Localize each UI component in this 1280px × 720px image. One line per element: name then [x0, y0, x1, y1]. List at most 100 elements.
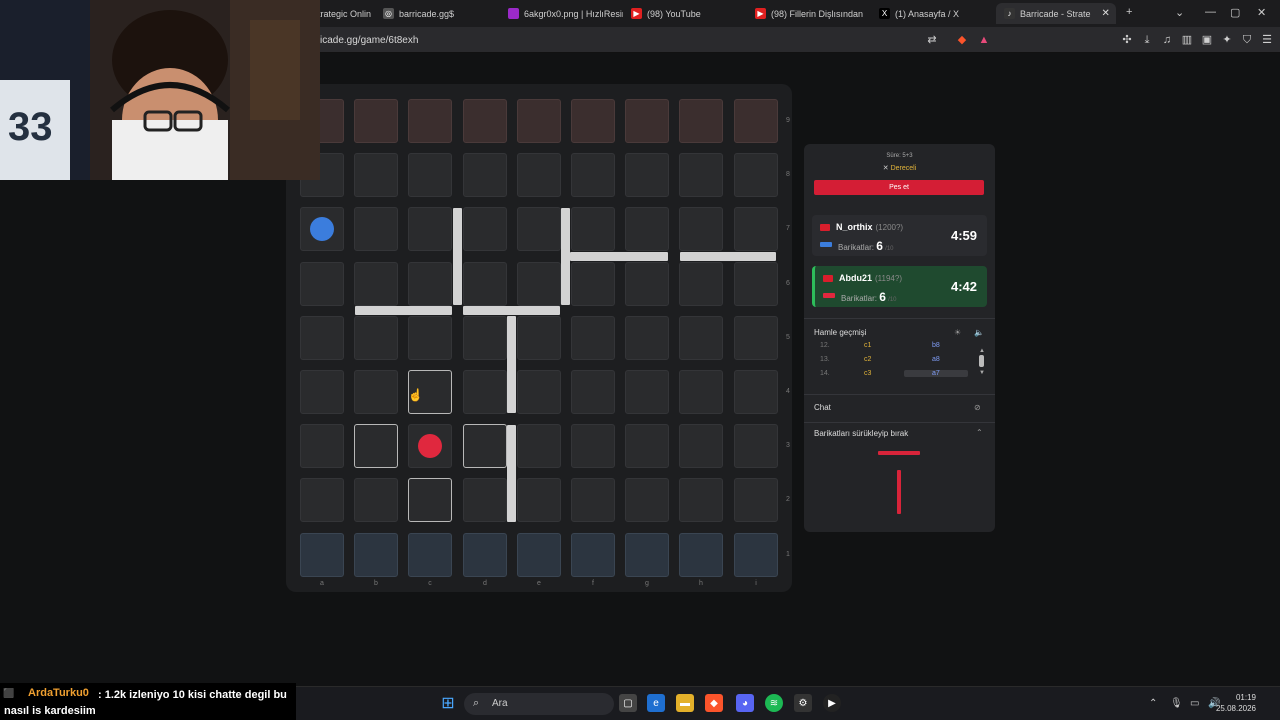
board-cell-g8[interactable]	[625, 153, 669, 197]
board-cell-g2[interactable]	[625, 478, 669, 522]
tab-barricade[interactable]: ◎ barricade.gg$	[383, 3, 493, 24]
board-cell-e2[interactable]	[517, 478, 561, 522]
board-cell-a3[interactable]	[300, 424, 344, 468]
board-cell-d8[interactable]	[463, 153, 507, 197]
board-cell-h3[interactable]	[679, 424, 723, 468]
board-cell-i2[interactable]	[734, 478, 778, 522]
vpn-icon[interactable]: ⛉	[1240, 33, 1254, 47]
brave-rewards-icon[interactable]: ▲	[977, 33, 991, 47]
board-cell-h5[interactable]	[679, 316, 723, 360]
board-cell-f6[interactable]	[571, 262, 615, 306]
board-cell-b9[interactable]	[354, 99, 398, 143]
board-cell-e4[interactable]	[517, 370, 561, 414]
chevron-down-icon[interactable]: ⌄	[1175, 6, 1184, 19]
move-red[interactable]: c1	[864, 342, 871, 349]
network-icon[interactable]: ▭	[1190, 698, 1199, 709]
board-cell-e5[interactable]	[517, 316, 561, 360]
board-cell-b3[interactable]	[354, 424, 398, 468]
board-cell-b5[interactable]	[354, 316, 398, 360]
board-cell-a1[interactable]	[300, 533, 344, 577]
microphone-icon[interactable]: 🎙	[1170, 698, 1183, 709]
board-cell-c7[interactable]	[408, 207, 452, 251]
board-cell-b2[interactable]	[354, 478, 398, 522]
board-cell-i9[interactable]	[734, 99, 778, 143]
brave-icon[interactable]: ◆	[705, 694, 723, 712]
board-cell-h1[interactable]	[679, 533, 723, 577]
board-cell-c8[interactable]	[408, 153, 452, 197]
board-cell-h8[interactable]	[679, 153, 723, 197]
task-view-icon[interactable]: ▢	[619, 694, 637, 712]
taskbar-search[interactable]: Ara	[464, 693, 614, 715]
board-cell-g6[interactable]	[625, 262, 669, 306]
board-cell-b6[interactable]	[354, 262, 398, 306]
tray-chevron-icon[interactable]: ⌃	[1149, 698, 1157, 709]
board-cell-i8[interactable]	[734, 153, 778, 197]
board-cell-e7[interactable]	[517, 207, 561, 251]
board-cell-c2[interactable]	[408, 478, 452, 522]
board-cell-f4[interactable]	[571, 370, 615, 414]
board-cell-b4[interactable]	[354, 370, 398, 414]
board-cell-d6[interactable]	[463, 262, 507, 306]
board-cell-i3[interactable]	[734, 424, 778, 468]
vertical-barricade-piece[interactable]	[897, 470, 901, 514]
chevron-up-icon[interactable]: ⌃	[976, 428, 983, 437]
board-cell-e3[interactable]	[517, 424, 561, 468]
blue-pawn[interactable]	[310, 217, 334, 241]
board-cell-d9[interactable]	[463, 99, 507, 143]
maximize-icon[interactable]: ▢	[1230, 6, 1240, 19]
board-cell-d2[interactable]	[463, 478, 507, 522]
tab-hizliresim[interactable]: 6akgr0x0.png | HızlıResim	[508, 3, 623, 24]
board-cell-f7[interactable]	[571, 207, 615, 251]
horizontal-barricade-piece[interactable]	[878, 451, 920, 455]
music-icon[interactable]: ♫	[1160, 33, 1174, 47]
board-cell-f8[interactable]	[571, 153, 615, 197]
close-window-icon[interactable]: ✕	[1257, 6, 1266, 19]
board-cell-i6[interactable]	[734, 262, 778, 306]
eye-off-icon[interactable]: ⊘	[974, 403, 981, 412]
board-cell-e8[interactable]	[517, 153, 561, 197]
history-scrollbar[interactable]: ▲ ▼	[979, 348, 985, 377]
translate-icon[interactable]: ⇄	[925, 33, 939, 47]
board-cell-g4[interactable]	[625, 370, 669, 414]
board-cell-d4[interactable]	[463, 370, 507, 414]
board-cell-i7[interactable]	[734, 207, 778, 251]
board-cell-g5[interactable]	[625, 316, 669, 360]
board-cell-c9[interactable]	[408, 99, 452, 143]
move-red[interactable]: c2	[864, 356, 871, 363]
tab-strategic[interactable]: trategic Onlin	[318, 3, 373, 24]
windows-start-icon[interactable]: ⊞	[439, 694, 457, 712]
board-cell-b7[interactable]	[354, 207, 398, 251]
board-cell-f1[interactable]	[571, 533, 615, 577]
board-cell-d3[interactable]	[463, 424, 507, 468]
menu-icon[interactable]: ☰	[1260, 33, 1274, 47]
board-cell-c5[interactable]	[408, 316, 452, 360]
url-text[interactable]: icade.gg/game/6t8exh	[320, 35, 418, 46]
board-cell-a6[interactable]	[300, 262, 344, 306]
board-cell-i1[interactable]	[734, 533, 778, 577]
board-cell-h2[interactable]	[679, 478, 723, 522]
board-cell-e1[interactable]	[517, 533, 561, 577]
board-cell-h4[interactable]	[679, 370, 723, 414]
board-cell-f9[interactable]	[571, 99, 615, 143]
download-icon[interactable]: ⤓	[1140, 33, 1154, 47]
board-cell-f5[interactable]	[571, 316, 615, 360]
board-cell-f2[interactable]	[571, 478, 615, 522]
board-cell-h9[interactable]	[679, 99, 723, 143]
tab-youtube-2[interactable]: ▶ (98) Fillerin Dişlısından ei	[755, 3, 865, 24]
speaker-icon[interactable]: 🔈	[974, 328, 984, 337]
move-blue-current[interactable]: a7	[904, 370, 968, 377]
board-cell-g3[interactable]	[625, 424, 669, 468]
board-cell-d5[interactable]	[463, 316, 507, 360]
board-cell-d1[interactable]	[463, 533, 507, 577]
board-cell-e9[interactable]	[517, 99, 561, 143]
new-tab-button[interactable]: +	[1126, 6, 1132, 18]
board-cell-h7[interactable]	[679, 207, 723, 251]
close-icon[interactable]: ✕	[1102, 8, 1110, 19]
sidebar-icon[interactable]: ▥	[1180, 33, 1194, 47]
board-cell-h6[interactable]	[679, 262, 723, 306]
tab-barricade-active[interactable]: ♪ Barricade - Strate ✕	[996, 3, 1116, 24]
board-cell-c1[interactable]	[408, 533, 452, 577]
wallet-icon[interactable]: ▣	[1200, 33, 1214, 47]
red-pawn[interactable]	[418, 434, 442, 458]
extensions-icon[interactable]: ✣	[1120, 33, 1134, 47]
